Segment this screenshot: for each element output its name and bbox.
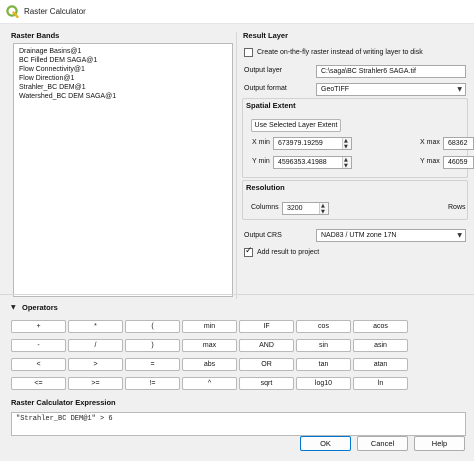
create-on-the-fly-checkbox[interactable] xyxy=(244,48,253,57)
operator-button[interactable]: <= xyxy=(11,377,66,390)
expression-heading: Raster Calculator Expression xyxy=(11,398,116,407)
operator-button[interactable]: != xyxy=(125,377,180,390)
spin-arrows-icon[interactable]: ▲ ▼ xyxy=(319,203,328,214)
rows-label: Rows xyxy=(448,204,466,211)
operator-button[interactable]: OR xyxy=(239,358,294,371)
cancel-button[interactable]: Cancel xyxy=(357,436,408,451)
operator-button[interactable]: = xyxy=(125,358,180,371)
operator-button[interactable]: ^ xyxy=(182,377,237,390)
operator-button[interactable]: asin xyxy=(353,339,408,352)
raster-band-item[interactable]: Watershed_BC DEM SAGA@1 xyxy=(19,92,116,101)
operator-button[interactable]: >= xyxy=(68,377,123,390)
xmin-value: 673979.19259 xyxy=(278,140,323,147)
title-bar: Raster Calculator xyxy=(0,0,474,24)
raster-band-item[interactable]: Strahler_BC DEM@1 xyxy=(19,83,86,92)
output-crs-label: Output CRS xyxy=(244,232,282,239)
output-format-label: Output format xyxy=(244,85,287,92)
operator-button[interactable]: acos xyxy=(353,320,408,333)
operator-button[interactable]: ) xyxy=(125,339,180,352)
operator-button[interactable]: * xyxy=(68,320,123,333)
xmax-label: X max xyxy=(420,139,440,146)
columns-value: 3200 xyxy=(287,205,303,212)
use-selected-layer-extent-button[interactable]: Use Selected Layer Extent xyxy=(251,119,341,132)
operator-button[interactable]: log10 xyxy=(296,377,351,390)
add-result-label: Add result to project xyxy=(257,249,320,256)
create-on-the-fly-label: Create on-the-fly raster instead of writ… xyxy=(257,49,423,56)
qgis-logo-icon xyxy=(6,5,19,18)
operators-heading: Operators xyxy=(22,303,58,312)
operator-button[interactable]: sin xyxy=(296,339,351,352)
spin-arrows-icon[interactable]: ▲ ▼ xyxy=(342,138,351,149)
operator-button[interactable]: < xyxy=(11,358,66,371)
operator-button[interactable]: atan xyxy=(353,358,408,371)
output-layer-field[interactable]: C:\saga\BC Strahler6 SAGA.tif xyxy=(316,65,466,78)
dialog-body: Raster Bands Drainage Basins@1 BC Filled … xyxy=(0,24,474,461)
raster-bands-heading: Raster Bands xyxy=(11,31,60,40)
operator-button[interactable]: ( xyxy=(125,320,180,333)
operator-button[interactable]: > xyxy=(68,358,123,371)
expression-editor[interactable]: "Strahler_BC DEM@1" > 6 xyxy=(11,412,466,436)
section-divider xyxy=(0,294,474,295)
chevron-down-icon: ▼ xyxy=(457,86,462,93)
add-result-checkbox[interactable] xyxy=(244,246,253,257)
operator-button[interactable]: tan xyxy=(296,358,351,371)
raster-bands-list[interactable]: Drainage Basins@1 BC Filled DEM SAGA@1 Flo… xyxy=(13,43,233,297)
ok-button[interactable]: OK xyxy=(300,436,351,451)
help-button[interactable]: Help xyxy=(414,436,465,451)
raster-band-item[interactable]: Drainage Basins@1 xyxy=(19,47,81,56)
operator-button[interactable]: - xyxy=(11,339,66,352)
ymax-spinbox[interactable]: 46059 xyxy=(443,156,474,169)
operator-button[interactable]: cos xyxy=(296,320,351,333)
operator-button[interactable]: ln xyxy=(353,377,408,390)
operator-button[interactable]: sqrt xyxy=(239,377,294,390)
operator-button[interactable]: / xyxy=(68,339,123,352)
operator-button[interactable]: IF xyxy=(239,320,294,333)
raster-band-item[interactable]: BC Filled DEM SAGA@1 xyxy=(19,56,97,65)
collapse-triangle-icon[interactable]: ▼ xyxy=(11,304,16,311)
result-layer-heading: Result Layer xyxy=(243,31,289,40)
output-crs-value: NAD83 / UTM zone 17N xyxy=(321,232,397,239)
xmin-label: X min xyxy=(252,139,270,146)
operator-button[interactable]: + xyxy=(11,320,66,333)
operator-button[interactable]: min xyxy=(182,320,237,333)
xmax-spinbox[interactable]: 68362 xyxy=(443,137,474,150)
raster-band-item[interactable]: Flow Connectivity@1 xyxy=(19,65,85,74)
ymax-label: Y max xyxy=(420,158,440,165)
operator-button[interactable]: abs xyxy=(182,358,237,371)
resolution-heading: Resolution xyxy=(246,183,285,192)
ymin-value: 4596353.41988 xyxy=(278,159,327,166)
output-format-value: GeoTIFF xyxy=(321,86,350,93)
ymin-spinbox[interactable]: 4596353.41988 ▲ ▼ xyxy=(273,156,352,169)
columns-label: Columns xyxy=(251,204,279,211)
chevron-down-icon: ▼ xyxy=(457,232,462,239)
ymin-label: Y min xyxy=(252,158,270,165)
output-format-select[interactable]: GeoTIFF ▼ xyxy=(316,83,466,96)
operator-button[interactable]: max xyxy=(182,339,237,352)
raster-band-item[interactable]: Flow Direction@1 xyxy=(19,74,74,83)
panel-splitter[interactable] xyxy=(236,32,237,299)
columns-spinbox[interactable]: 3200 ▲ ▼ xyxy=(282,202,329,215)
output-layer-label: Output layer xyxy=(244,67,283,74)
spatial-extent-heading: Spatial Extent xyxy=(246,101,296,110)
window-title: Raster Calculator xyxy=(24,7,86,16)
operator-button[interactable]: AND xyxy=(239,339,294,352)
output-crs-select[interactable]: NAD83 / UTM zone 17N ▼ xyxy=(316,229,466,242)
xmin-spinbox[interactable]: 673979.19259 ▲ ▼ xyxy=(273,137,352,150)
spin-arrows-icon[interactable]: ▲ ▼ xyxy=(342,157,351,168)
